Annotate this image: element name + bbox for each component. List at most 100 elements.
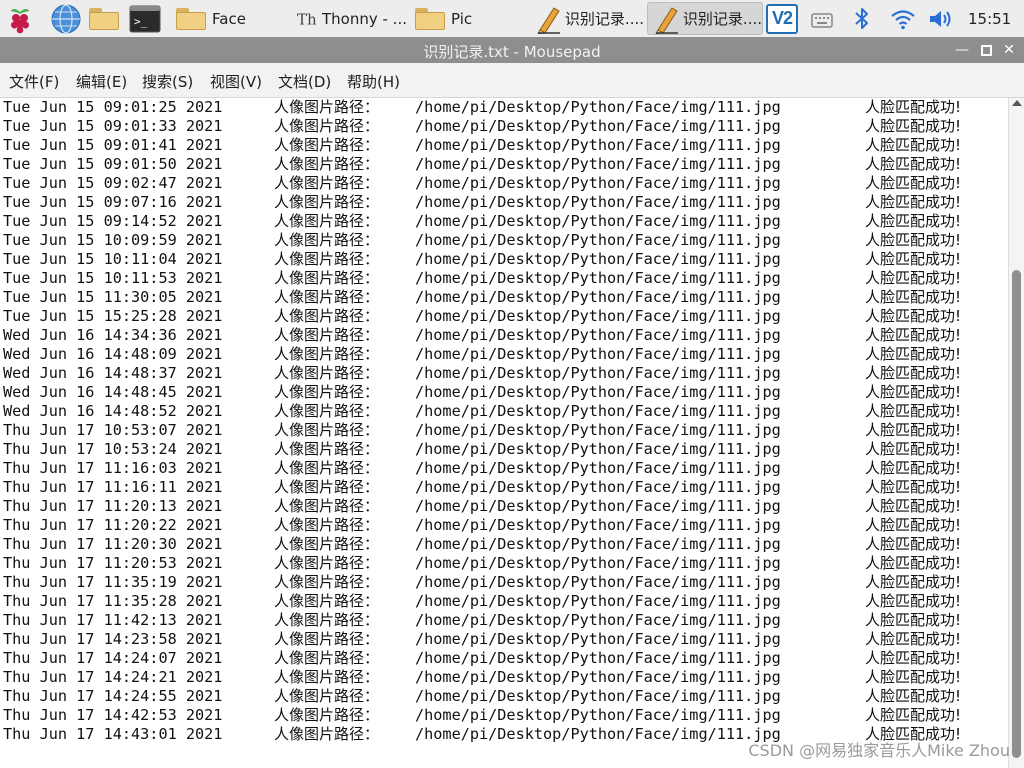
bluetooth-tray-button[interactable] xyxy=(853,0,879,37)
line-path: /home/pi/Desktop/Python/Face/img/111.jpg xyxy=(415,554,781,572)
globe-icon xyxy=(51,3,81,34)
raspberry-menu-button[interactable] xyxy=(4,0,40,37)
wifi-tray-button[interactable] xyxy=(889,0,921,37)
line-date: Wed Jun 16 14:34:36 2021 xyxy=(3,326,223,344)
scrollbar-thumb[interactable] xyxy=(1012,270,1021,758)
wifi-icon xyxy=(891,9,915,29)
maximize-button[interactable] xyxy=(976,40,996,60)
line-path: /home/pi/Desktop/Python/Face/img/111.jpg xyxy=(415,725,781,743)
line-result: 人脸匹配成功! xyxy=(865,573,962,591)
line-result: 人脸匹配成功! xyxy=(865,459,962,477)
line-result: 人脸匹配成功! xyxy=(865,307,962,325)
task-button-mousepad-1[interactable]: 识别记录.... xyxy=(529,2,645,35)
task-label: 识别记录.... xyxy=(682,10,762,28)
line-date: Thu Jun 17 11:20:53 2021 xyxy=(3,554,223,572)
keyboard-tray-button[interactable] xyxy=(810,0,840,37)
menu-view[interactable]: 视图(V) xyxy=(210,71,262,92)
line-label: 人像图片路径： xyxy=(274,516,380,534)
line-result: 人脸匹配成功! xyxy=(865,117,962,135)
line-path: /home/pi/Desktop/Python/Face/img/111.jpg xyxy=(415,307,781,325)
line-result: 人脸匹配成功! xyxy=(865,345,962,363)
raspberry-icon xyxy=(11,8,29,33)
line-result: 人脸匹配成功! xyxy=(865,136,962,154)
task-button-thonny[interactable]: Th Thonny - ... xyxy=(292,2,408,35)
line-label: 人像图片路径： xyxy=(274,459,380,477)
menu-file[interactable]: 文件(F) xyxy=(9,71,59,92)
line-path: /home/pi/Desktop/Python/Face/img/111.jpg xyxy=(415,193,781,211)
line-result: 人脸匹配成功! xyxy=(865,649,962,667)
line-date: Thu Jun 17 14:43:01 2021 xyxy=(3,725,223,743)
file-manager-launcher[interactable] xyxy=(89,0,125,37)
line-path: /home/pi/Desktop/Python/Face/img/111.jpg xyxy=(415,630,781,648)
line-date: Thu Jun 17 14:24:55 2021 xyxy=(3,687,223,705)
task-label: Face xyxy=(212,9,246,28)
line-label: 人像图片路径： xyxy=(274,668,380,686)
line-date: Tue Jun 15 10:11:53 2021 xyxy=(3,269,223,287)
line-result: 人脸匹配成功! xyxy=(865,288,962,306)
line-label: 人像图片路径： xyxy=(274,402,380,420)
speaker-icon xyxy=(930,10,951,27)
thonny-icon: Th xyxy=(297,10,316,28)
line-path: /home/pi/Desktop/Python/Face/img/111.jpg xyxy=(415,516,781,534)
line-path: /home/pi/Desktop/Python/Face/img/111.jpg xyxy=(415,706,781,724)
folder-icon xyxy=(89,7,121,30)
scroll-up-arrow-icon[interactable] xyxy=(1012,100,1022,106)
menu-edit[interactable]: 编辑(E) xyxy=(76,71,127,92)
terminal-launcher[interactable]: >_ xyxy=(129,0,163,37)
menu-help[interactable]: 帮助(H) xyxy=(347,71,400,92)
line-result: 人脸匹配成功! xyxy=(865,668,962,686)
line-label: 人像图片路径： xyxy=(274,725,380,743)
line-label: 人像图片路径： xyxy=(274,136,380,154)
close-button[interactable]: ✕ xyxy=(999,40,1019,60)
line-date: Thu Jun 17 11:35:19 2021 xyxy=(3,573,223,591)
line-label: 人像图片路径： xyxy=(274,307,380,325)
line-date: Tue Jun 15 15:25:28 2021 xyxy=(3,307,223,325)
task-button-face[interactable]: Face xyxy=(171,2,287,35)
line-path: /home/pi/Desktop/Python/Face/img/111.jpg xyxy=(415,592,781,610)
line-path: /home/pi/Desktop/Python/Face/img/111.jpg xyxy=(415,98,781,116)
line-path: /home/pi/Desktop/Python/Face/img/111.jpg xyxy=(415,649,781,667)
line-path: /home/pi/Desktop/Python/Face/img/111.jpg xyxy=(415,535,781,553)
line-label: 人像图片路径： xyxy=(274,687,380,705)
line-path: /home/pi/Desktop/Python/Face/img/111.jpg xyxy=(415,345,781,363)
svg-text:>_: >_ xyxy=(134,15,148,28)
line-label: 人像图片路径： xyxy=(274,117,380,135)
task-button-mousepad-2[interactable]: 识别记录.... xyxy=(647,2,763,35)
text-editor-area[interactable]: Tue Jun 15 09:01:25 2021 人像图片路径： /home/pi/… xyxy=(0,98,1008,768)
line-result: 人脸匹配成功! xyxy=(865,440,962,458)
line-date: Thu Jun 17 11:20:22 2021 xyxy=(3,516,223,534)
line-date: Thu Jun 17 11:42:13 2021 xyxy=(3,611,223,629)
line-path: /home/pi/Desktop/Python/Face/img/111.jpg xyxy=(415,478,781,496)
menu-document[interactable]: 文档(D) xyxy=(278,71,331,92)
volume-tray-button[interactable] xyxy=(927,0,959,37)
line-date: Tue Jun 15 09:01:41 2021 xyxy=(3,136,223,154)
line-label: 人像图片路径： xyxy=(274,478,380,496)
vertical-scrollbar[interactable] xyxy=(1008,98,1024,768)
vnc-tray-button[interactable]: V2 xyxy=(766,0,802,37)
task-button-pic[interactable]: Pic xyxy=(410,2,526,35)
minimize-button[interactable]: — xyxy=(952,40,972,60)
line-date: Tue Jun 15 09:14:52 2021 xyxy=(3,212,223,230)
line-label: 人像图片路径： xyxy=(274,535,380,553)
line-date: Wed Jun 16 14:48:52 2021 xyxy=(3,402,223,420)
window-titlebar[interactable]: 识别记录.txt - Mousepad — ✕ xyxy=(0,37,1024,63)
line-path: /home/pi/Desktop/Python/Face/img/111.jpg xyxy=(415,136,781,154)
task-label: Thonny - ... xyxy=(322,9,407,28)
line-result: 人脸匹配成功! xyxy=(865,402,962,420)
line-date: Tue Jun 15 09:02:47 2021 xyxy=(3,174,223,192)
line-path: /home/pi/Desktop/Python/Face/img/111.jpg xyxy=(415,174,781,192)
line-date: Thu Jun 17 14:24:07 2021 xyxy=(3,649,223,667)
line-result: 人脸匹配成功! xyxy=(865,98,962,116)
line-date: Tue Jun 15 10:09:59 2021 xyxy=(3,231,223,249)
line-result: 人脸匹配成功! xyxy=(865,174,962,192)
line-result: 人脸匹配成功! xyxy=(865,516,962,534)
line-result: 人脸匹配成功! xyxy=(865,269,962,287)
line-result: 人脸匹配成功! xyxy=(865,611,962,629)
menu-search[interactable]: 搜索(S) xyxy=(142,71,193,92)
clock[interactable]: 15:51 xyxy=(968,0,1016,37)
web-browser-launcher[interactable] xyxy=(50,0,84,37)
line-path: /home/pi/Desktop/Python/Face/img/111.jpg xyxy=(415,288,781,306)
line-date: Tue Jun 15 11:30:05 2021 xyxy=(3,288,223,306)
taskbar: >_ Face Th Thonny - ... Pic 识别记录.... 识别记… xyxy=(0,0,1024,38)
line-label: 人像图片路径： xyxy=(274,212,380,230)
